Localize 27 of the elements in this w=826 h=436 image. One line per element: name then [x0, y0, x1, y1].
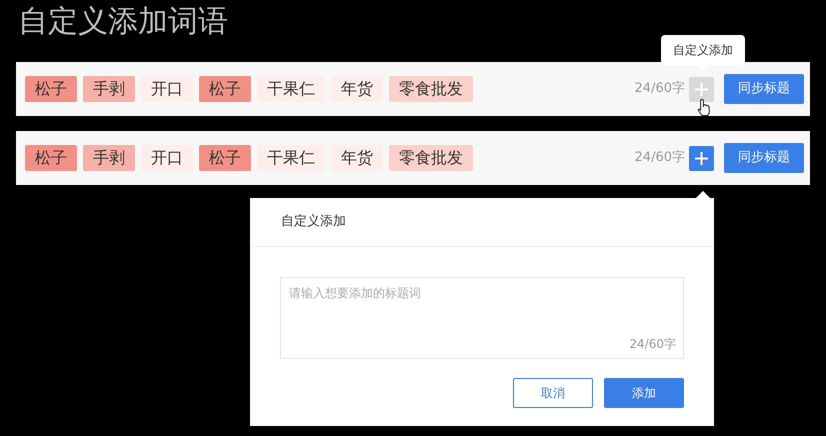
sync-title-button[interactable]: 同步标题: [724, 74, 804, 104]
character-counter: 24/60字: [629, 336, 676, 353]
tag: 干果仁: [257, 145, 325, 171]
add-button[interactable]: 添加: [604, 378, 684, 408]
tag: 零食批发: [389, 76, 473, 102]
popover-title: 自定义添加: [281, 213, 346, 232]
tag: 开口: [141, 76, 193, 102]
page-title: 自定义添加词语: [18, 3, 229, 41]
tag: 松子: [199, 145, 251, 171]
tag: 开口: [141, 145, 193, 171]
tag: 年货: [331, 145, 383, 171]
tag: 年货: [331, 76, 383, 102]
sync-title-button[interactable]: 同步标题: [724, 143, 804, 173]
tooltip: 自定义添加: [661, 35, 745, 65]
plus-icon: [694, 82, 709, 96]
tag: 零食批发: [389, 145, 473, 171]
tag: 手剥: [83, 145, 135, 171]
add-button[interactable]: [689, 146, 714, 170]
tag: 松子: [25, 145, 77, 171]
plus-icon: [694, 150, 709, 166]
tag: 干果仁: [257, 76, 325, 102]
tag: 手剥: [83, 76, 135, 102]
tag: 松子: [199, 76, 251, 102]
character-counter: 24/60字: [634, 149, 685, 168]
tag: 松子: [25, 76, 77, 102]
cancel-button[interactable]: 取消: [513, 378, 593, 408]
character-counter: 24/60字: [634, 80, 685, 98]
